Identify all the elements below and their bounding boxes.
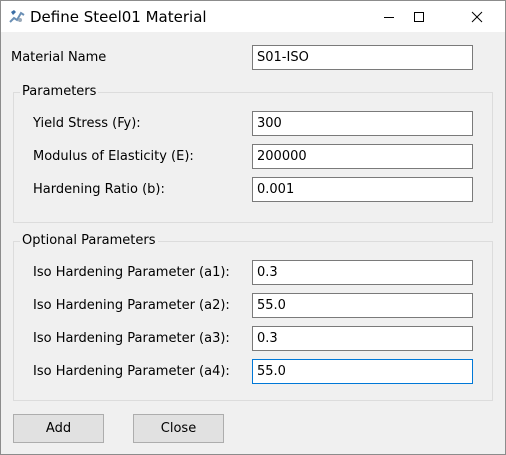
iso-hardening-a2-input[interactable] bbox=[252, 293, 473, 318]
add-button[interactable]: Add bbox=[13, 414, 104, 443]
modulus-of-elasticity-input[interactable] bbox=[252, 144, 473, 169]
hardening-ratio-label: Hardening Ratio (b): bbox=[33, 182, 165, 197]
iso-hardening-a1-label: Iso Hardening Parameter (a1): bbox=[33, 265, 230, 280]
window-title: Define Steel01 Material bbox=[30, 8, 207, 26]
iso-hardening-a1-input[interactable] bbox=[252, 260, 473, 285]
yield-stress-label: Yield Stress (Fy): bbox=[33, 116, 141, 131]
minimize-icon bbox=[383, 11, 395, 23]
iso-hardening-a4-label: Iso Hardening Parameter (a4): bbox=[33, 364, 230, 379]
close-icon bbox=[471, 11, 483, 23]
close-window-button[interactable] bbox=[454, 1, 500, 32]
parameters-group-title: Parameters bbox=[20, 84, 99, 100]
app-icon bbox=[8, 8, 26, 26]
material-name-label: Material Name bbox=[11, 50, 107, 65]
modulus-of-elasticity-label: Modulus of Elasticity (E): bbox=[33, 149, 194, 164]
yield-stress-input[interactable] bbox=[252, 111, 473, 136]
title-bar[interactable]: Define Steel01 Material bbox=[1, 1, 505, 32]
material-name-input[interactable] bbox=[252, 45, 473, 70]
iso-hardening-a3-label: Iso Hardening Parameter (a3): bbox=[33, 331, 230, 346]
iso-hardening-a4-input[interactable] bbox=[252, 359, 473, 384]
hardening-ratio-input[interactable] bbox=[252, 177, 473, 202]
optional-parameters-group-title: Optional Parameters bbox=[20, 233, 158, 249]
close-button[interactable]: Close bbox=[133, 414, 224, 443]
define-material-dialog: Define Steel01 Material Material Name Pa… bbox=[0, 0, 506, 455]
iso-hardening-a3-input[interactable] bbox=[252, 326, 473, 351]
maximize-icon bbox=[413, 11, 425, 23]
maximize-button[interactable] bbox=[396, 1, 442, 32]
iso-hardening-a2-label: Iso Hardening Parameter (a2): bbox=[33, 298, 230, 313]
